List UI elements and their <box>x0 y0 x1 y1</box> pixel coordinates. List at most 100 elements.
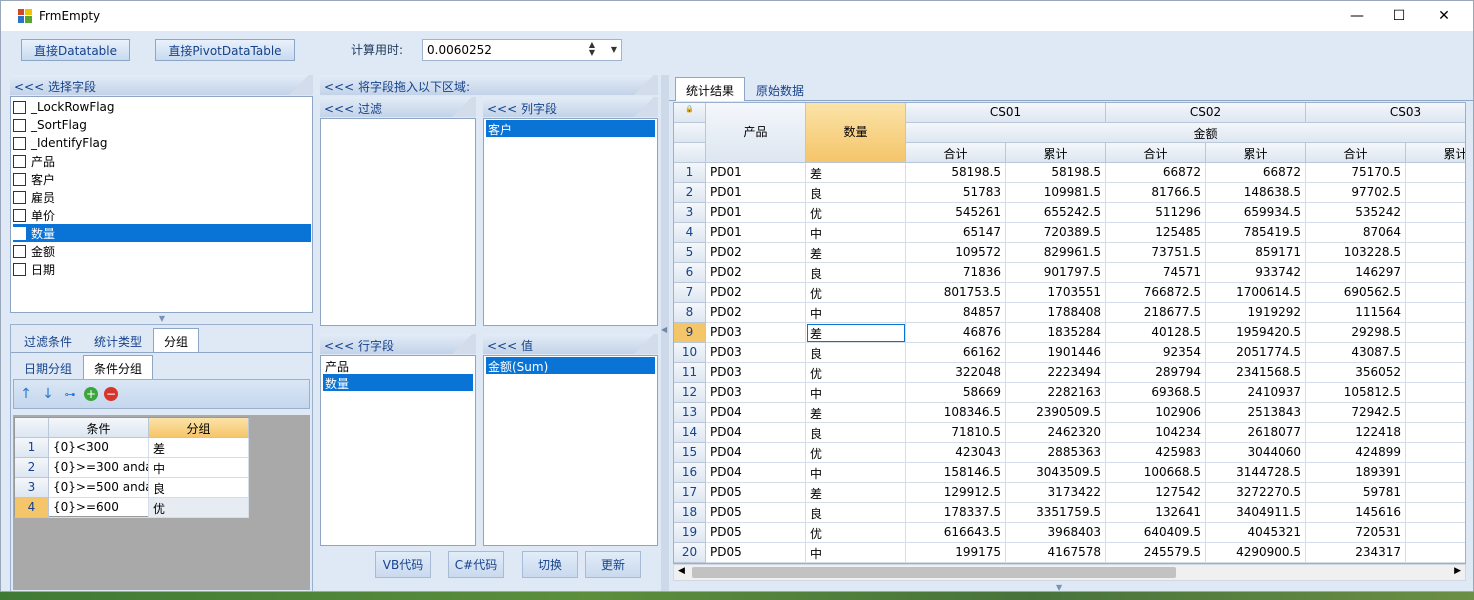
lock-icon[interactable]: 🔒 <box>674 103 706 123</box>
data-cell[interactable]: 4167578 <box>1006 543 1106 563</box>
row-number[interactable]: 9 <box>674 323 706 343</box>
row-header-quantity[interactable]: 数量 <box>806 103 906 163</box>
field-checkbox[interactable] <box>13 172 26 186</box>
quantity-cell[interactable]: 优 <box>806 443 906 463</box>
data-cell[interactable]: 25 <box>1406 423 1465 443</box>
column-group-header[interactable]: CS03 <box>1306 103 1465 123</box>
field-checkbox[interactable] <box>13 118 26 132</box>
product-cell[interactable]: PD03 <box>706 323 806 343</box>
data-cell[interactable]: 109981.5 <box>1006 183 1106 203</box>
data-cell[interactable]: 423043 <box>906 443 1006 463</box>
tree-icon[interactable]: ⊶ <box>62 386 78 402</box>
field-checkbox[interactable] <box>13 244 26 258</box>
row-zone[interactable]: 产品 数量 <box>320 355 476 546</box>
row-number[interactable]: 1 <box>674 163 706 183</box>
row-number[interactable]: 8 <box>674 303 706 323</box>
data-cell[interactable]: 1835284 <box>1006 323 1106 343</box>
subtab-0[interactable]: 日期分组 <box>13 355 83 379</box>
data-cell[interactable]: 75 <box>1406 163 1465 183</box>
row-number[interactable]: 6 <box>674 263 706 283</box>
data-cell[interactable]: 51783 <box>906 183 1006 203</box>
data-cell[interactable]: 127542 <box>1106 483 1206 503</box>
row-number[interactable]: 11 <box>674 363 706 383</box>
data-cell[interactable]: 71810.5 <box>906 423 1006 443</box>
data-cell[interactable]: 189391 <box>1306 463 1406 483</box>
field-item[interactable]: 金额 <box>13 242 311 260</box>
product-cell[interactable]: PD04 <box>706 463 806 483</box>
quantity-cell[interactable]: 差 <box>806 163 906 183</box>
data-cell[interactable]: 81766.5 <box>1106 183 1206 203</box>
data-cell[interactable]: 535242 <box>1306 203 1406 223</box>
vertical-splitter[interactable]: ◀ <box>661 75 669 591</box>
data-cell[interactable]: 17 <box>1406 283 1465 303</box>
column-group-header[interactable]: CS02 <box>1106 103 1306 123</box>
data-cell[interactable]: 901797.5 <box>1006 263 1106 283</box>
group-cell[interactable]: 差 <box>149 438 249 458</box>
data-cell[interactable]: 97702.5 <box>1306 183 1406 203</box>
product-cell[interactable]: PD02 <box>706 283 806 303</box>
subtab-1[interactable]: 条件分组 <box>83 355 154 379</box>
data-cell[interactable]: 109572 <box>906 243 1006 263</box>
row-number[interactable]: 4 <box>674 223 706 243</box>
data-cell[interactable]: 146297 <box>1306 263 1406 283</box>
data-cell[interactable]: 24 <box>1406 403 1465 423</box>
refresh-button[interactable]: 更新 <box>585 551 641 578</box>
tab-2[interactable]: 分组 <box>153 328 200 352</box>
data-cell[interactable]: 2223494 <box>1006 363 1106 383</box>
data-cell[interactable]: 2885363 <box>1006 443 1106 463</box>
row-number[interactable]: 13 <box>674 403 706 423</box>
data-cell[interactable]: 616643.5 <box>906 523 1006 543</box>
field-item[interactable]: 雇员 <box>13 188 311 206</box>
move-up-icon[interactable]: ↑ <box>18 386 34 402</box>
quantity-cell[interactable]: 优 <box>806 363 906 383</box>
product-cell[interactable]: PD04 <box>706 403 806 423</box>
row-number[interactable]: 3 <box>674 203 706 223</box>
quantity-cell[interactable]: 良 <box>806 183 906 203</box>
data-cell[interactable]: 105812.5 <box>1306 383 1406 403</box>
data-cell[interactable]: 933742 <box>1206 263 1306 283</box>
quantity-cell[interactable]: 优 <box>806 523 906 543</box>
row-number[interactable]: 18 <box>674 503 706 523</box>
data-cell[interactable]: 1044 <box>1406 263 1465 283</box>
data-cell[interactable]: 2282163 <box>1006 383 1106 403</box>
data-cell[interactable]: 3351759.5 <box>1006 503 1106 523</box>
result-tab-0[interactable]: 统计结果 <box>675 77 746 101</box>
splitter-handle[interactable]: ▼ <box>151 314 173 323</box>
condition-cell[interactable]: {0}>=300 andals <box>49 458 149 478</box>
data-cell[interactable]: 32 <box>1406 483 1465 503</box>
data-cell[interactable]: 43 <box>1406 543 1465 563</box>
quantity-cell[interactable]: 优 <box>806 203 906 223</box>
data-cell[interactable]: 640409.5 <box>1106 523 1206 543</box>
data-cell[interactable]: 545261 <box>906 203 1006 223</box>
field-checkbox[interactable] <box>13 262 26 276</box>
calc-time-field[interactable]: 0.0060252 ▲ ▼ ▼ <box>422 39 622 61</box>
group-cell[interactable]: 良 <box>149 478 249 498</box>
data-cell[interactable]: 289794 <box>1106 363 1206 383</box>
collapse-icon[interactable]: ◀ <box>661 325 667 334</box>
sub-header[interactable]: 合计 <box>1306 143 1406 163</box>
field-item[interactable]: _IdentifyFlag <box>13 134 311 152</box>
column-zone[interactable]: 客户 <box>483 118 658 326</box>
spinner-icon[interactable]: ▲ ▼ <box>589 41 595 57</box>
row-header-product[interactable]: 产品 <box>706 103 806 163</box>
data-cell[interactable]: 111564 <box>1306 303 1406 323</box>
data-cell[interactable]: 58669 <box>906 383 1006 403</box>
data-cell[interactable]: 30 <box>1406 443 1465 463</box>
pivot-grid[interactable]: 🔒 产品 数量 CS01 CS02 CS03 金额 合计 累计 合计 累计 合计 累计 1 PD01 差 581… <box>673 102 1466 564</box>
data-cell[interactable]: 245579.5 <box>1106 543 1206 563</box>
field-item[interactable]: 日期 <box>13 260 311 278</box>
maximize-button[interactable]: ☐ <box>1376 1 1422 31</box>
data-cell[interactable]: 2462320 <box>1006 423 1106 443</box>
data-cell[interactable]: 859171 <box>1206 243 1306 263</box>
data-cell[interactable]: 3144728.5 <box>1206 463 1306 483</box>
quantity-cell[interactable]: 良 <box>806 343 906 363</box>
data-cell[interactable]: 4045321 <box>1206 523 1306 543</box>
data-cell[interactable]: 1 <box>1406 183 1465 203</box>
row-number[interactable]: 2 <box>674 183 706 203</box>
data-cell[interactable]: 19 <box>1406 343 1465 363</box>
data-cell[interactable]: 148638.5 <box>1206 183 1306 203</box>
zone-item[interactable]: 金额(Sum) <box>486 357 655 374</box>
data-cell[interactable]: 234317 <box>1306 543 1406 563</box>
data-cell[interactable]: 2410937 <box>1206 383 1306 403</box>
close-button[interactable]: ✕ <box>1421 1 1467 31</box>
